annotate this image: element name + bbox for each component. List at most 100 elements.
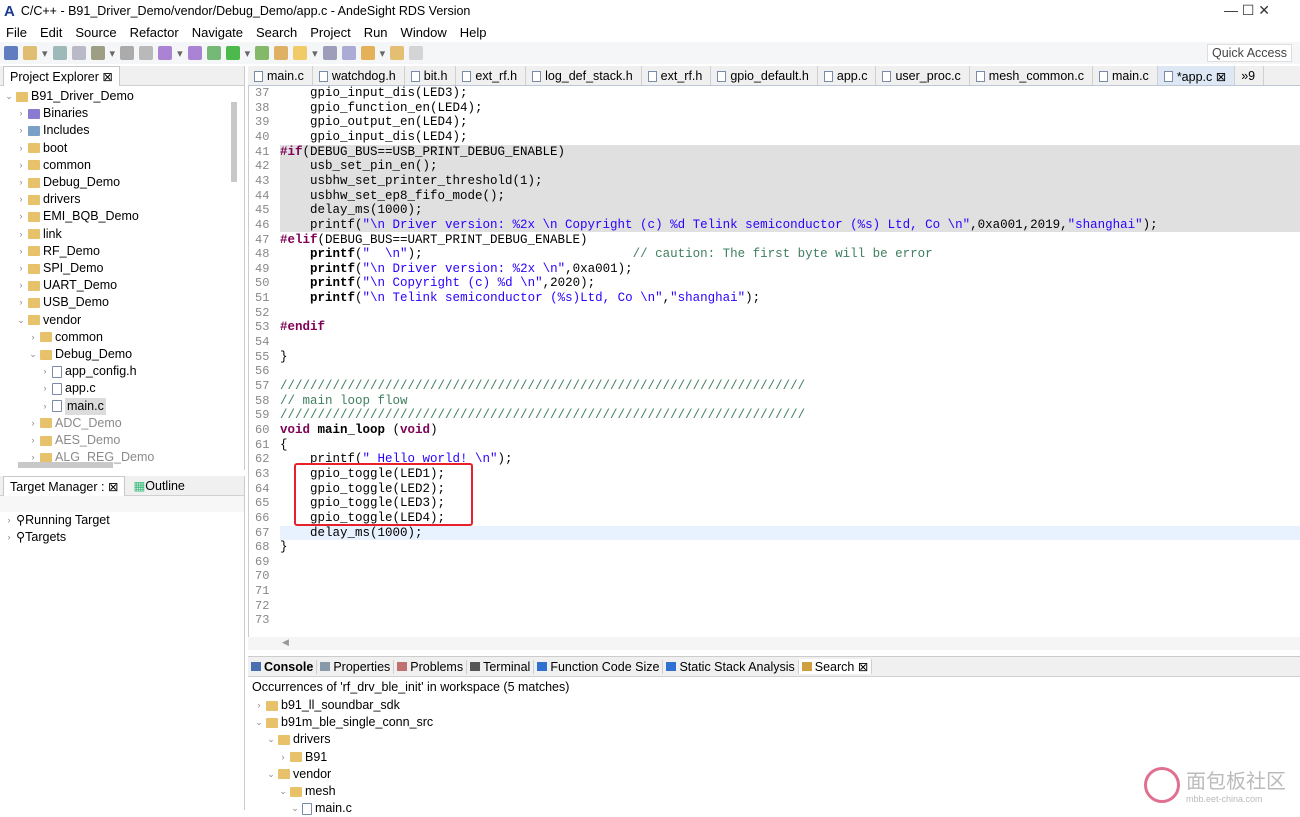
tree-item[interactable]: › ADC_Demo	[4, 415, 244, 432]
editor-tab[interactable]: ext_rf.h	[456, 66, 527, 85]
chevron-right-icon[interactable]: ›	[28, 415, 38, 432]
code-line[interactable]: printf("\n Driver version: %2x \n",0xa00…	[280, 262, 1300, 277]
outline-tab[interactable]: Outline	[145, 479, 185, 493]
code-line[interactable]: delay_ms(1000);	[280, 525, 1300, 541]
code-line[interactable]	[280, 555, 1300, 570]
bottom-tab[interactable]: Search ⊠	[798, 659, 873, 674]
tree-item[interactable]: › app.c	[4, 380, 244, 397]
chevron-down-icon[interactable]: ⌄	[290, 800, 300, 817]
toolbar-button-icon[interactable]	[4, 46, 18, 60]
chevron-right-icon[interactable]: ›	[16, 122, 26, 139]
tree-item[interactable]: › ⚲ Targets	[4, 529, 244, 546]
toolbar-button-icon[interactable]	[90, 46, 105, 60]
dropdown-arrow-icon[interactable]: ▾	[177, 47, 183, 60]
tree-item[interactable]: ⌄ vendor	[4, 312, 244, 329]
toolbar-button-icon[interactable]	[225, 46, 240, 60]
editor-tab[interactable]: main.c	[248, 66, 313, 85]
toolbar-button-icon[interactable]	[274, 46, 289, 60]
editor-tab[interactable]: watchdog.h	[313, 66, 405, 85]
dropdown-arrow-icon[interactable]: ▾	[110, 47, 116, 60]
toolbar-button-icon[interactable]	[23, 46, 37, 60]
chevron-right-icon[interactable]: ›	[16, 243, 26, 260]
toolbar-button-icon[interactable]	[293, 46, 308, 60]
editor-tab[interactable]: ext_rf.h	[642, 66, 712, 85]
chevron-right-icon[interactable]: ›	[40, 398, 50, 415]
code-line[interactable]: {	[280, 438, 1300, 453]
dropdown-arrow-icon[interactable]: ▾	[245, 47, 251, 60]
editor-horizontal-scrollbar[interactable]: ◀	[248, 637, 1300, 650]
code-line[interactable]	[280, 569, 1300, 584]
code-line[interactable]: #elif(DEBUG_BUS==UART_PRINT_DEBUG_ENABLE…	[280, 233, 1300, 248]
toolbar-button-icon[interactable]	[341, 46, 356, 60]
toolbar-button-icon[interactable]	[120, 46, 135, 60]
chevron-right-icon[interactable]: ›	[28, 432, 38, 449]
code-line[interactable]: delay_ms(1000);	[280, 203, 1300, 218]
bottom-tab[interactable]: Terminal	[467, 659, 535, 674]
chevron-right-icon[interactable]: ›	[16, 105, 26, 122]
dropdown-arrow-icon[interactable]: ▾	[380, 47, 386, 60]
code-line[interactable]: printf(" \n"); // caution: The first byt…	[280, 247, 1300, 262]
code-line[interactable]: }	[280, 540, 1300, 555]
tree-item[interactable]: › Debug_Demo	[4, 174, 244, 191]
bottom-tab[interactable]: Properties	[317, 659, 395, 674]
code-line[interactable]: // main loop flow	[280, 394, 1300, 409]
chevron-down-icon[interactable]: ⌄	[254, 714, 264, 731]
tree-item[interactable]: › EMI_BQB_Demo	[4, 208, 244, 225]
bottom-tab[interactable]: Function Code Size	[534, 659, 664, 674]
chevron-right-icon[interactable]: ›	[4, 512, 14, 529]
code-line[interactable]: usbhw_set_ep8_fifo_mode();	[280, 188, 1300, 204]
chevron-right-icon[interactable]: ›	[4, 529, 14, 546]
tree-item[interactable]: › ⚲ Running Target	[4, 512, 244, 529]
tree-item[interactable]: › AES_Demo	[4, 432, 244, 449]
code-line[interactable]: usb_set_pin_en();	[280, 159, 1300, 174]
code-line[interactable]: #endif	[280, 320, 1300, 335]
chevron-right-icon[interactable]: ›	[28, 329, 38, 346]
toolbar-button-icon[interactable]	[187, 46, 202, 60]
code-line[interactable]: gpio_output_en(LED4);	[280, 115, 1300, 130]
bottom-tab[interactable]: Problems	[394, 659, 468, 674]
code-line[interactable]: void main_loop (void)	[280, 423, 1300, 438]
chevron-right-icon[interactable]: ›	[16, 294, 26, 311]
project-explorer-tab[interactable]: Project Explorer ⊠	[3, 65, 120, 86]
tree-item[interactable]: ⌄ b91m_ble_single_conn_src	[254, 714, 1300, 731]
horizontal-scrollbar[interactable]	[18, 462, 113, 468]
editor-tab[interactable]: bit.h	[405, 66, 457, 85]
target-manager-tab[interactable]: Target Manager : ⊠	[3, 475, 126, 496]
toolbar-button-icon[interactable]	[409, 46, 424, 60]
editor-tab[interactable]: *app.c ⊠	[1157, 66, 1236, 85]
menu-file[interactable]: File	[6, 25, 27, 40]
tree-item[interactable]: › Includes	[4, 122, 244, 139]
editor-tab[interactable]: user_proc.c	[876, 66, 970, 85]
chevron-down-icon[interactable]: ⌄	[278, 783, 288, 800]
tree-item[interactable]: ⌄ B91_Driver_Demo	[4, 88, 244, 105]
chevron-right-icon[interactable]: ›	[16, 157, 26, 174]
editor-tab[interactable]: main.c	[1093, 66, 1158, 85]
code-line[interactable]	[280, 584, 1300, 599]
chevron-down-icon[interactable]: ⌄	[16, 312, 26, 329]
dropdown-arrow-icon[interactable]: ▾	[42, 47, 48, 60]
toolbar-button-icon[interactable]	[52, 46, 67, 60]
tree-item[interactable]: › SPI_Demo	[4, 260, 244, 277]
toolbar-button-icon[interactable]	[139, 46, 154, 60]
code-line[interactable]: gpio_input_dis(LED4);	[280, 130, 1300, 145]
tree-item[interactable]: › boot	[4, 140, 244, 157]
menu-edit[interactable]: Edit	[40, 25, 62, 40]
chevron-right-icon[interactable]: ›	[16, 174, 26, 191]
code-line[interactable]: printf("\n Telink semiconductor (%s)Ltd,…	[280, 291, 1300, 306]
tree-item[interactable]: › drivers	[4, 191, 244, 208]
editor-tab[interactable]: app.c	[818, 66, 877, 85]
chevron-right-icon[interactable]: ›	[278, 749, 288, 766]
tree-item[interactable]: › RF_Demo	[4, 243, 244, 260]
menu-project[interactable]: Project	[310, 25, 350, 40]
code-line[interactable]: usbhw_set_printer_threshold(1);	[280, 173, 1300, 189]
menu-source[interactable]: Source	[75, 25, 116, 40]
bottom-tab[interactable]: Console	[248, 659, 318, 674]
menu-refactor[interactable]: Refactor	[130, 25, 179, 40]
code-line[interactable]: printf("\n Driver version: %2x \n Copyri…	[280, 217, 1300, 233]
menu-window[interactable]: Window	[401, 25, 447, 40]
tree-item[interactable]: › b91_ll_soundbar_sdk	[254, 697, 1300, 714]
chevron-right-icon[interactable]: ›	[16, 277, 26, 294]
tree-item[interactable]: › main.c	[4, 397, 244, 415]
code-line[interactable]: gpio_function_en(LED4);	[280, 101, 1300, 116]
tree-item[interactable]: › Binaries	[4, 105, 244, 122]
